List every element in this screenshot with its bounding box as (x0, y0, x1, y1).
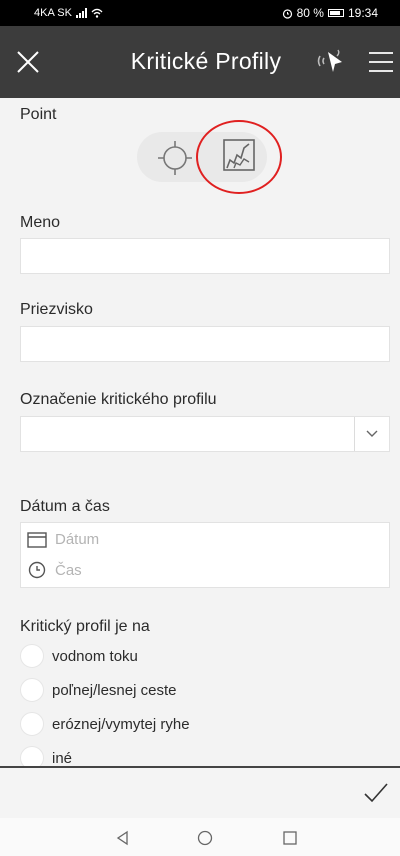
radio-button[interactable] (20, 746, 44, 766)
radio-label: iné (52, 749, 73, 767)
radio-option[interactable]: eróznej/vymytej ryhe (20, 712, 190, 736)
point-label: Point (20, 106, 57, 123)
clock: 19:34 (347, 6, 378, 20)
date-placeholder: Dátum (55, 531, 100, 548)
recents-icon[interactable] (282, 830, 298, 846)
crosshair-icon[interactable] (158, 141, 192, 175)
radio-button[interactable] (20, 712, 44, 736)
oznacenie-label: Označenie kritického profilu (20, 391, 217, 408)
meno-label: Meno (20, 214, 61, 231)
app-bar: Kritické Profily (0, 26, 400, 98)
oznacenie-select[interactable] (20, 416, 390, 452)
carrier-label: 4KA SK (34, 7, 72, 19)
chevron-down-icon[interactable] (365, 429, 379, 439)
calendar-icon (27, 531, 47, 548)
datetime-box: Dátum Čas (20, 522, 390, 588)
time-field[interactable]: Čas (27, 561, 82, 579)
radio-label: poľnej/lesnej ceste (52, 681, 177, 699)
highlight-circle (196, 120, 282, 194)
radio-button[interactable] (20, 678, 44, 702)
radio-option[interactable]: vodnom toku (20, 644, 138, 668)
bottom-action-bar (0, 766, 400, 818)
radio-option[interactable]: iné (20, 746, 72, 766)
gps-icon[interactable] (314, 46, 346, 76)
meno-field[interactable] (20, 238, 390, 274)
system-nav-bar (0, 818, 400, 856)
radio-button[interactable] (20, 644, 44, 668)
wifi-icon (91, 8, 103, 18)
clock-icon (28, 561, 46, 579)
home-icon[interactable] (197, 830, 213, 846)
radio-label: eróznej/vymytej ryhe (52, 715, 190, 733)
radio-option[interactable]: poľnej/lesnej ceste (20, 678, 176, 702)
status-bar: 4KA SK 80 % 19:34 (0, 0, 400, 26)
time-placeholder: Čas (55, 561, 82, 579)
back-icon[interactable] (115, 830, 131, 846)
radio-label: vodnom toku (52, 647, 138, 665)
select-divider (354, 417, 355, 451)
alarm-icon (282, 8, 292, 19)
datum-cas-label: Dátum a čas (20, 498, 110, 515)
menu-icon[interactable] (368, 50, 394, 74)
profil-label: Kritický profil je na (20, 618, 150, 635)
signal-icon (75, 8, 87, 18)
priezvisko-label: Priezvisko (20, 301, 93, 318)
checkmark-icon[interactable] (364, 782, 388, 804)
priezvisko-field[interactable] (20, 326, 390, 362)
form-area: Point Meno Priezvisko Označenie kritické… (0, 98, 400, 766)
date-field[interactable]: Dátum (27, 531, 99, 548)
battery-icon (327, 9, 344, 17)
battery-percent: 80 % (296, 6, 324, 20)
